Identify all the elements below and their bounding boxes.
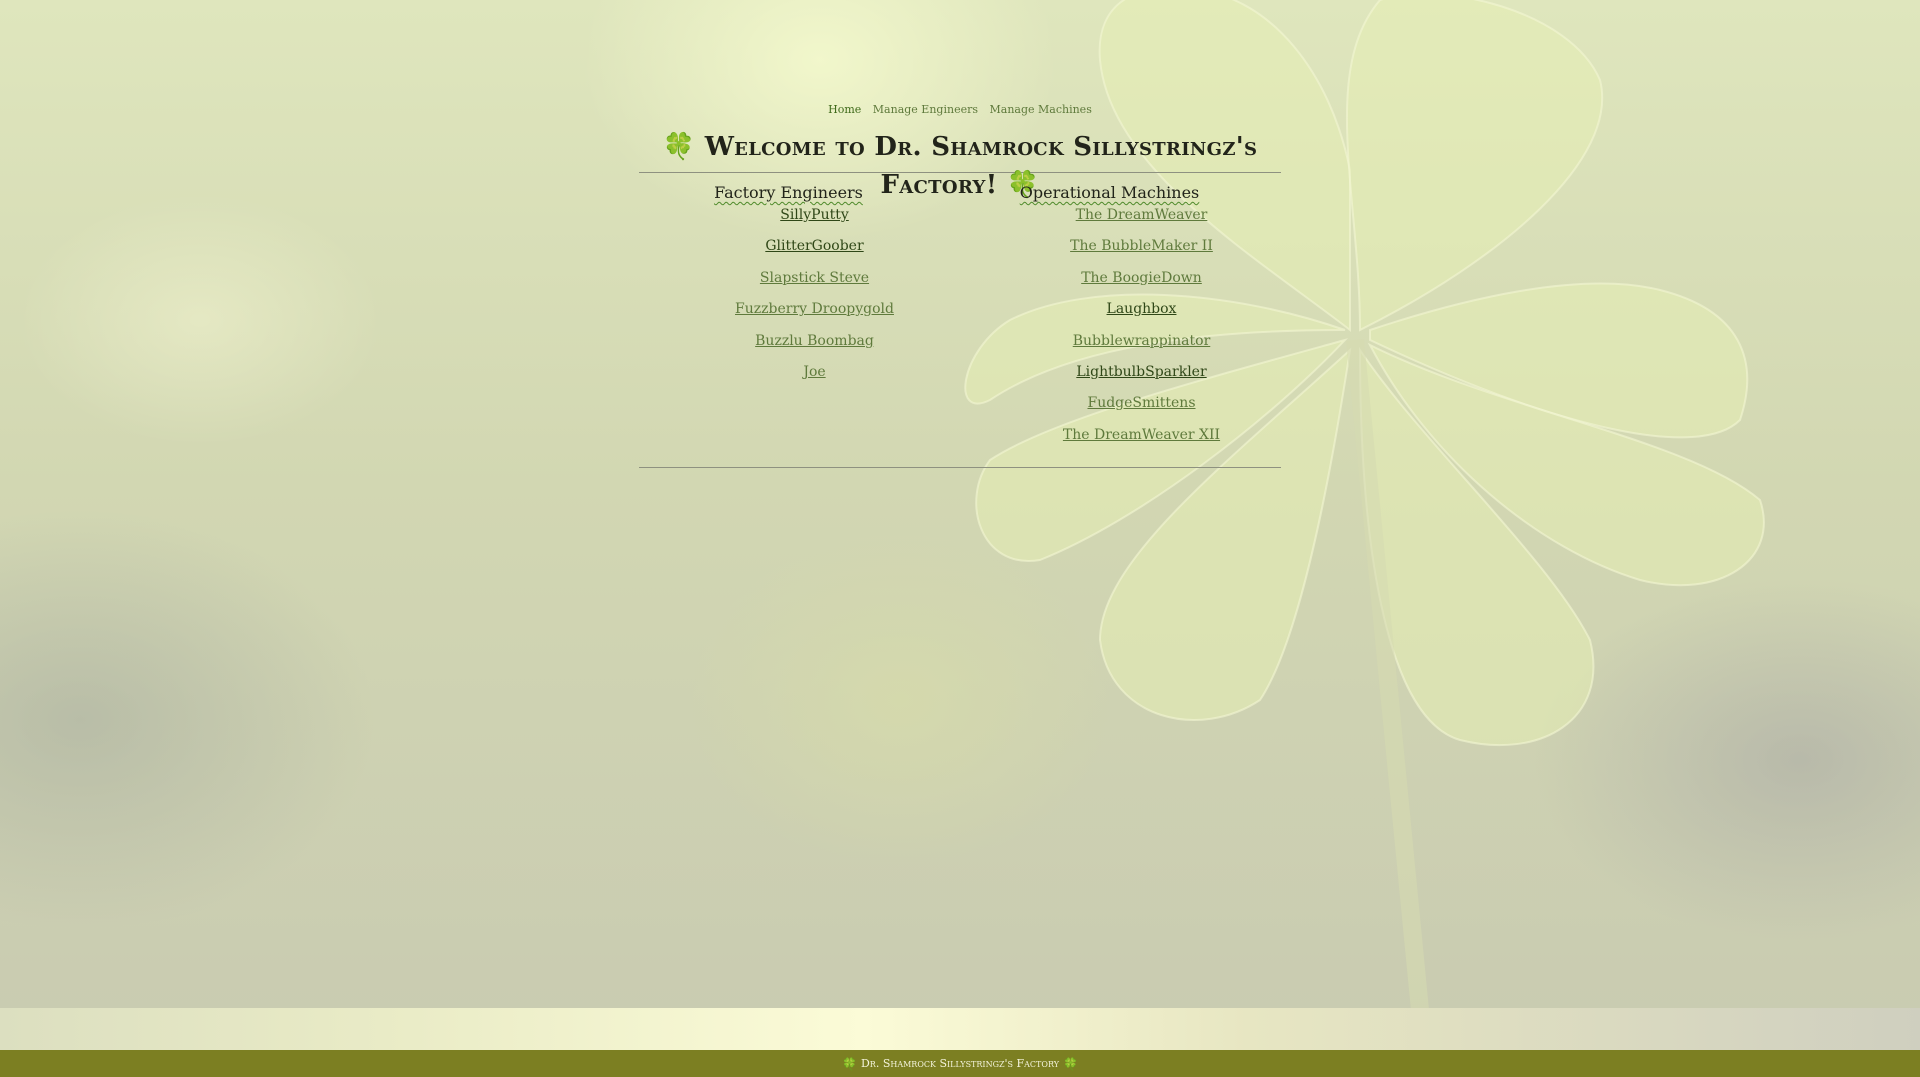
machine-link-the-dreamweaver[interactable]: The DreamWeaver [1076, 207, 1208, 223]
machines-list: The DreamWeaver The BubbleMaker II The B… [960, 205, 1281, 456]
machine-link-lightbulbsparkler[interactable]: LightbulbSparkler [1076, 364, 1206, 380]
list-item: Slapstick Steve [669, 268, 960, 299]
footer: 🍀 Dr. Shamrock Sillystringz's Factory 🍀 [0, 1050, 1920, 1077]
list-item: The BoogieDown [1002, 268, 1281, 299]
engineer-link-slapstick-steve[interactable]: Slapstick Steve [760, 270, 869, 286]
top-nav: Home Manage Engineers Manage Machines [0, 103, 1920, 116]
machine-link-bubblewrappinator[interactable]: Bubblewrappinator [1073, 333, 1211, 349]
machine-link-the-boogiedown[interactable]: The BoogieDown [1081, 270, 1202, 286]
nav-home-link[interactable]: Home [828, 103, 861, 116]
main-panel: 🍀 Welcome to Dr. Shamrock Sillystringz's… [639, 128, 1281, 468]
clover-icon: 🍀 [842, 1056, 857, 1071]
engineer-link-sillyputty[interactable]: SillyPutty [780, 207, 849, 223]
machine-link-the-bubblemaker-ii[interactable]: The BubbleMaker II [1070, 238, 1213, 254]
engineer-link-joe[interactable]: Joe [803, 364, 825, 380]
divider [639, 467, 1281, 468]
machine-link-fudgesmittens[interactable]: FudgeSmittens [1087, 395, 1195, 411]
list-item: Buzzlu Boombag [669, 331, 960, 362]
engineer-link-glittergoober[interactable]: GlitterGoober [765, 238, 863, 254]
list-item: LightbulbSparkler [1002, 362, 1281, 393]
clover-icon: 🍀 [662, 132, 696, 162]
engineer-link-fuzzberry-droopygold[interactable]: Fuzzberry Droopygold [735, 301, 894, 317]
list-item: Fuzzberry Droopygold [669, 299, 960, 330]
engineers-heading: Factory Engineers [714, 183, 863, 202]
list-item: SillyPutty [669, 205, 960, 236]
list-item: Laughbox [1002, 299, 1281, 330]
machines-heading: Operational Machines [1019, 183, 1200, 202]
list-item: FudgeSmittens [1002, 393, 1281, 424]
list-item: Bubblewrappinator [1002, 331, 1281, 362]
list-item: The DreamWeaver [1002, 205, 1281, 236]
footer-text: Dr. Shamrock Sillystringz's Factory [860, 1057, 1060, 1070]
machine-link-laughbox[interactable]: Laughbox [1107, 301, 1177, 317]
nav-manage-machines-link[interactable]: Manage Machines [990, 103, 1092, 116]
machines-column: Operational Machines The DreamWeaver The… [960, 173, 1281, 467]
columns: Factory Engineers SillyPutty GlitterGoob… [639, 173, 1281, 467]
engineers-list: SillyPutty GlitterGoober Slapstick Steve… [639, 205, 960, 393]
list-item: Joe [669, 362, 960, 393]
nav-manage-engineers-link[interactable]: Manage Engineers [873, 103, 978, 116]
machine-link-the-dreamweaver-xii[interactable]: The DreamWeaver XII [1063, 427, 1220, 443]
list-item: GlitterGoober [669, 236, 960, 267]
footer-band [0, 1008, 1920, 1050]
list-item: The DreamWeaver XII [1002, 425, 1281, 456]
list-item: The BubbleMaker II [1002, 236, 1281, 267]
engineers-column: Factory Engineers SillyPutty GlitterGoob… [639, 173, 960, 467]
page-title: 🍀 Welcome to Dr. Shamrock Sillystringz's… [639, 128, 1281, 200]
engineer-link-buzzlu-boombag[interactable]: Buzzlu Boombag [755, 333, 874, 349]
clover-icon: 🍀 [1063, 1056, 1078, 1071]
